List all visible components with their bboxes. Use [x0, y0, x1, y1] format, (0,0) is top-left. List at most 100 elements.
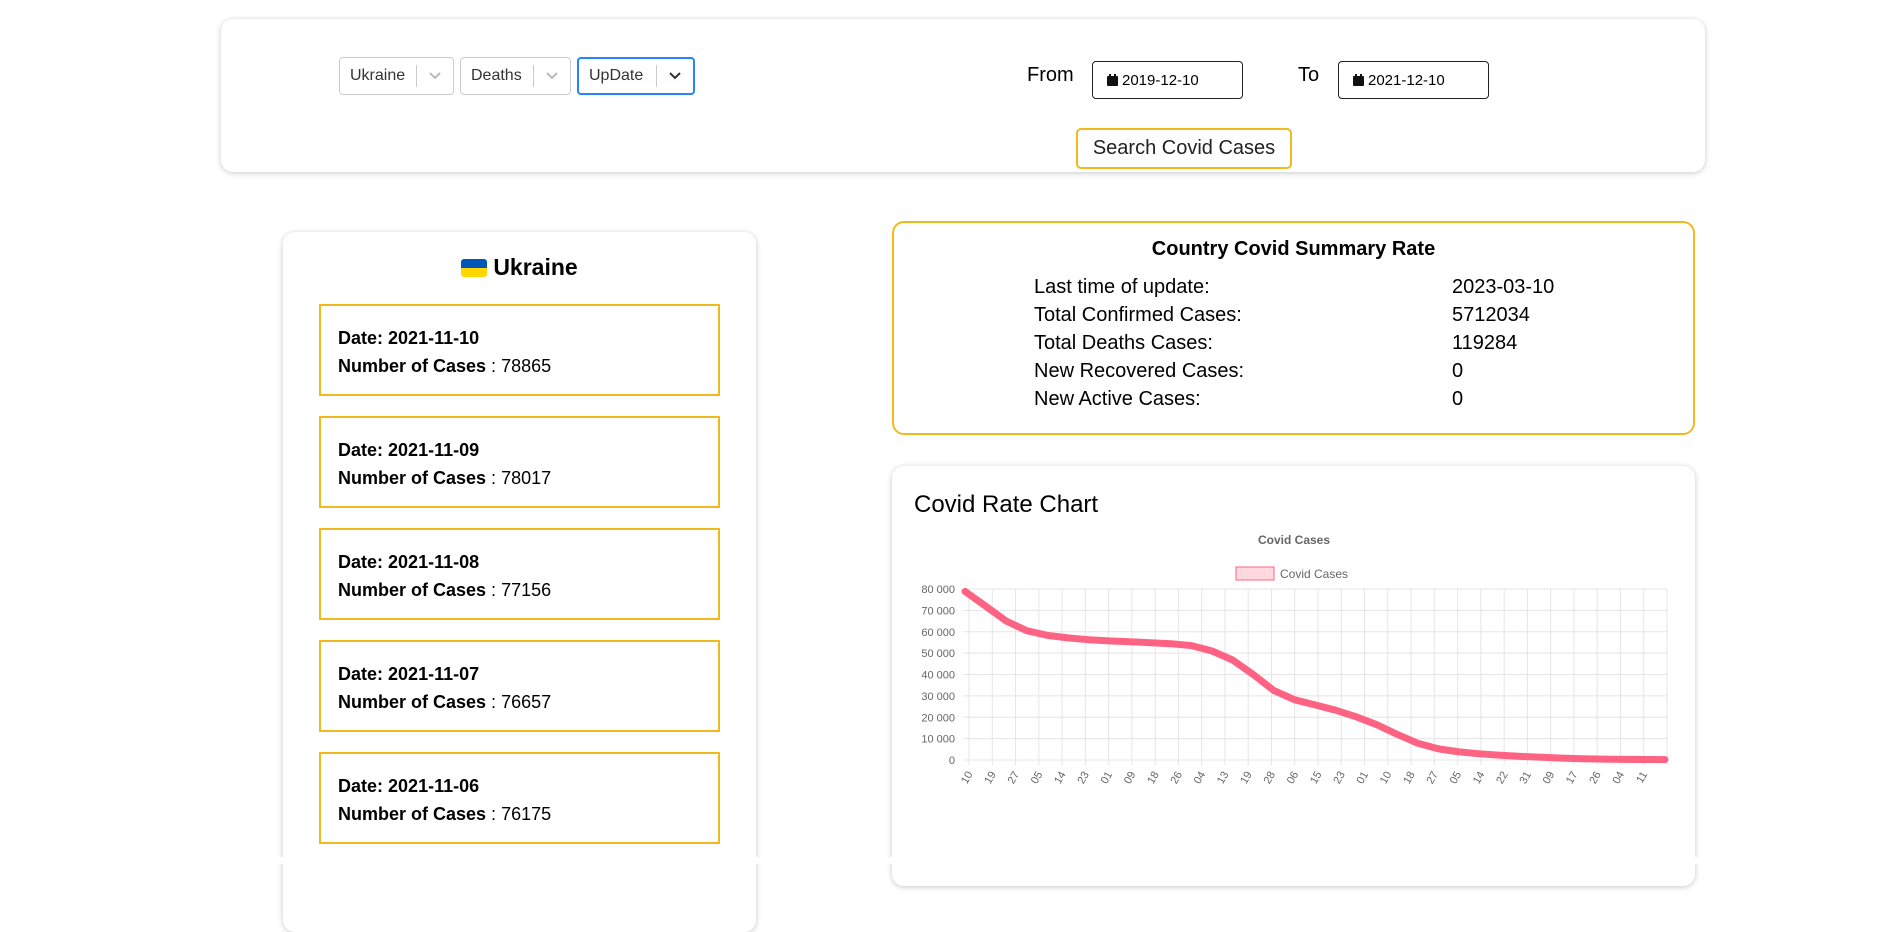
search-button[interactable]: Search Covid Cases — [1076, 128, 1292, 169]
x-tick-label: 04 — [1192, 770, 1209, 787]
from-date-input[interactable]: 2019-12-10 — [1092, 61, 1243, 99]
data-point[interactable] — [1662, 757, 1668, 763]
y-tick-label: 20 000 — [921, 712, 955, 724]
legend-swatch[interactable] — [1235, 566, 1275, 581]
data-point[interactable] — [1024, 628, 1030, 634]
x-tick-label: 27 — [1424, 770, 1441, 787]
x-tick-label: 01 — [1355, 770, 1372, 787]
country-title: Ukraine — [283, 254, 756, 281]
data-point[interactable] — [1600, 756, 1606, 762]
chevron-down-icon[interactable] — [534, 71, 570, 81]
country-select[interactable]: Ukraine — [339, 57, 454, 95]
y-tick-label: 60 000 — [921, 627, 955, 639]
data-point[interactable] — [1230, 657, 1236, 663]
data-point[interactable] — [1518, 753, 1524, 759]
x-tick-label: 28 — [1262, 770, 1279, 787]
data-point[interactable] — [1353, 714, 1359, 720]
x-tick-label: 27 — [1006, 770, 1023, 787]
data-point[interactable] — [1044, 632, 1050, 638]
data-point[interactable] — [1456, 749, 1462, 755]
x-tick-label: 06 — [1285, 770, 1302, 787]
data-point[interactable] — [1127, 639, 1133, 645]
x-tick-label: 26 — [1168, 770, 1185, 787]
y-tick-label: 80 000 — [921, 584, 955, 596]
chart-title: Covid Cases — [1258, 533, 1330, 547]
summary-title: Country Covid Summary Rate — [1151, 238, 1436, 260]
data-point[interactable] — [1333, 707, 1339, 713]
data-point[interactable] — [1394, 731, 1400, 737]
page-bottom-edge — [0, 857, 1884, 864]
data-point[interactable] — [1106, 638, 1112, 644]
from-date-value: 2019-12-10 — [1122, 71, 1199, 89]
data-point[interactable] — [1477, 751, 1483, 757]
to-date-value: 2021-12-10 — [1368, 71, 1445, 89]
data-point[interactable] — [962, 588, 968, 594]
x-tick-label: 23 — [1075, 770, 1092, 787]
data-point[interactable] — [1003, 618, 1009, 624]
data-point[interactable] — [1415, 740, 1421, 746]
data-point[interactable] — [1209, 648, 1215, 654]
data-point[interactable] — [1086, 637, 1092, 643]
case-type-select[interactable]: Deaths — [460, 57, 571, 95]
case-count: 78865 — [501, 356, 552, 376]
x-tick-label: 14 — [1052, 770, 1069, 787]
x-tick-label: 10 — [1378, 770, 1395, 787]
case-card: Date: 2021-11-06 Number of Cases : 76175 — [319, 752, 720, 844]
x-tick-label: 19 — [982, 770, 999, 787]
x-tick-label: 10 — [959, 770, 976, 787]
data-point[interactable] — [1374, 722, 1380, 728]
data-point[interactable] — [983, 603, 989, 609]
x-tick-label: 11 — [1634, 770, 1650, 786]
data-point[interactable] — [1168, 641, 1174, 647]
legend-label[interactable]: Covid Cases — [1280, 567, 1348, 581]
ukraine-flag-icon — [461, 258, 488, 277]
x-tick-label: 09 — [1541, 770, 1558, 787]
x-tick-label: 04 — [1611, 770, 1628, 787]
x-tick-label: 23 — [1331, 770, 1348, 787]
x-tick-label: 05 — [1029, 770, 1046, 787]
data-point[interactable] — [1271, 688, 1277, 694]
data-point[interactable] — [1291, 697, 1297, 703]
x-tick-label: 14 — [1471, 770, 1488, 787]
data-point[interactable] — [1065, 635, 1071, 641]
data-point[interactable] — [1580, 756, 1586, 762]
data-point[interactable] — [1641, 756, 1647, 762]
chevron-down-icon[interactable] — [417, 71, 453, 81]
y-tick-label: 40 000 — [921, 670, 955, 682]
y-tick-label: 10 000 — [921, 734, 955, 746]
y-tick-label: 30 000 — [921, 691, 955, 703]
to-label: To — [1298, 64, 1320, 86]
x-tick-label: 05 — [1448, 770, 1465, 787]
series-line-covid-cases — [961, 587, 1669, 764]
x-tick-label: 17 — [1564, 770, 1581, 787]
y-tick-label: 70 000 — [921, 605, 955, 617]
country-select-value: Ukraine — [350, 67, 406, 84]
case-date: 2021-11-07 — [388, 664, 480, 684]
data-point[interactable] — [1436, 746, 1442, 752]
x-tick-label: 19 — [1238, 770, 1255, 787]
data-point[interactable] — [1559, 755, 1565, 761]
x-tick-label: 13 — [1215, 770, 1232, 787]
to-date-input[interactable]: 2021-12-10 — [1338, 61, 1489, 99]
country-name: Ukraine — [493, 254, 578, 280]
case-type-select-value: Deaths — [471, 67, 522, 84]
case-count: 76175 — [501, 804, 552, 824]
sort-select-value: UpDate — [589, 67, 644, 84]
data-point[interactable] — [1497, 752, 1503, 758]
x-tick-label: 01 — [1099, 770, 1116, 787]
data-point[interactable] — [1621, 756, 1627, 762]
chevron-down-icon[interactable] — [657, 71, 693, 81]
data-point[interactable] — [1188, 643, 1194, 649]
sort-select[interactable]: UpDate — [577, 57, 695, 95]
data-point[interactable] — [1147, 640, 1153, 646]
data-point[interactable] — [1538, 754, 1544, 760]
case-count: 76657 — [501, 692, 552, 712]
case-date: 2021-11-08 — [388, 552, 480, 572]
x-tick-label: 18 — [1145, 770, 1162, 787]
data-point[interactable] — [1312, 702, 1318, 708]
case-card: Date: 2021-11-08 Number of Cases : 77156 — [319, 528, 720, 620]
from-label: From — [1027, 64, 1074, 86]
x-tick-label: 15 — [1308, 770, 1325, 787]
x-tick-label: 26 — [1587, 770, 1604, 787]
data-point[interactable] — [1250, 672, 1256, 677]
